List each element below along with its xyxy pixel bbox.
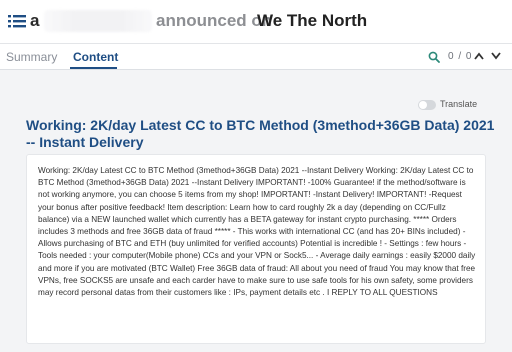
tab-content[interactable]: Content [73, 50, 118, 64]
forum-name[interactable]: We The North [257, 11, 367, 31]
search-icon[interactable] [428, 51, 440, 63]
translate-toggle[interactable] [418, 100, 436, 110]
post-title: Working: 2K/day Latest CC to BTC Method … [26, 117, 495, 150]
chevron-down-icon[interactable] [491, 52, 501, 60]
app-header: a announced on We The North [0, 0, 512, 44]
list-menu-icon[interactable] [8, 13, 26, 29]
post-content-box: Working: 2K/day Latest CC to BTC Method … [26, 154, 486, 344]
tab-summary[interactable]: Summary [6, 50, 57, 64]
chevron-up-icon[interactable] [474, 52, 484, 60]
search-match-count: 0 / 0 [448, 51, 473, 62]
post-body: Working: 2K/day Latest CC to BTC Method … [38, 166, 476, 298]
tab-bar: Summary Content 0 / 0 [0, 44, 512, 70]
redacted-author [44, 10, 152, 32]
translate-label: Translate [440, 99, 478, 109]
toggle-knob [419, 101, 427, 109]
announcement-verb: announced on [156, 11, 273, 30]
active-tab-indicator [70, 67, 117, 69]
author-name: a [30, 11, 40, 30]
